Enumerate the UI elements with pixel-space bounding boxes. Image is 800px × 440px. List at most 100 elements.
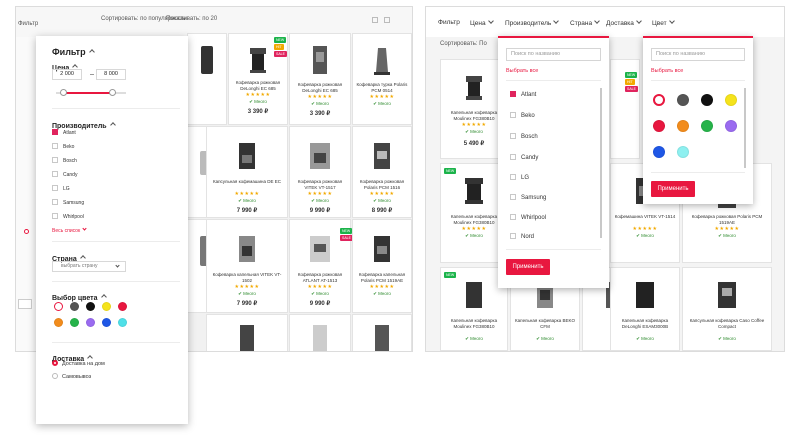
product-name[interactable]: Капельная кофеварка Moulinex FG380B10	[443, 214, 505, 225]
stock-status: ✔ Много	[373, 101, 391, 106]
color-swatch[interactable]	[653, 120, 665, 132]
color-swatch[interactable]	[677, 120, 689, 132]
product-card[interactable]: Капельная кофеварка DeLonghi ESAM3000B ✔…	[610, 267, 680, 351]
color-scrollbar[interactable]	[744, 88, 746, 168]
color-swatch[interactable]	[102, 318, 111, 327]
nav-color[interactable]: Цвет	[652, 18, 675, 27]
product-card[interactable]: Кофеварка турка Polaris PCM 0514 ★★★★★ ✔…	[352, 33, 412, 125]
product-name[interactable]: Кофеварка рожковая VITEK VT-1517	[292, 179, 348, 190]
product-name[interactable]: Кофеварка рожковая Polaris PCM 1519AE	[685, 214, 769, 225]
checkbox-icon	[52, 185, 58, 191]
manufacturer-option-bosch[interactable]: Bosch	[510, 133, 538, 140]
manufacturer-option-samsung[interactable]: Samsung	[510, 194, 546, 201]
manufacturer-search-input[interactable]: Поиск по названию	[506, 48, 601, 61]
manufacturer-option-whirlpool[interactable]: Whirlpool	[510, 214, 546, 221]
color-search-input[interactable]: Поиск по названию	[651, 48, 745, 61]
product-name[interactable]: Капельная кофеварка Moulinex FG380B10	[443, 318, 505, 329]
manufacturer-checkbox-whirlpool[interactable]: Whirlpool	[52, 213, 84, 220]
product-name[interactable]: Кофеварка рожковая ATLANT AT-1513	[292, 272, 348, 283]
product-card[interactable]: NEW SALE Кофеварка рожковая ATLANT AT-15…	[289, 219, 353, 313]
color-apply-button[interactable]: Применить	[651, 181, 695, 197]
color-swatch[interactable]	[102, 302, 111, 311]
price-slider-min-handle[interactable]	[60, 89, 67, 96]
manufacturer-option-atlant[interactable]: Atlant	[510, 91, 536, 98]
manufacturer-checkbox-lg[interactable]: LG	[52, 185, 70, 192]
product-name[interactable]: Капсульная кофеварка Caso Coffee Compact	[685, 318, 769, 329]
price-to-input[interactable]: 8 000	[96, 69, 126, 80]
product-card[interactable]: Кофеварка рожковая DeLonghi EC 685 ★★★★★…	[289, 33, 351, 125]
color-swatch[interactable]	[86, 302, 95, 311]
nav-country[interactable]: Страна	[570, 18, 600, 27]
nav-price[interactable]: Цена	[470, 18, 494, 27]
color-swatch[interactable]	[653, 94, 665, 106]
product-card[interactable]	[352, 314, 412, 351]
color-swatch[interactable]	[701, 120, 713, 132]
color-swatch[interactable]	[118, 302, 127, 311]
product-card[interactable]: Капсульная кофеварка Caso Coffee Compact…	[682, 267, 772, 351]
product-card[interactable]: Кофеварка рожковая Polaris PCM 1516 ★★★★…	[352, 126, 412, 218]
product-card[interactable]	[187, 33, 227, 125]
product-name[interactable]: Капельная кофеварка BEKO CFM	[513, 318, 577, 329]
product-name[interactable]: Капельная кофеварка Moulinex FG380B10	[443, 110, 505, 121]
product-card[interactable]: Кофеварка капельная Polaris PCM 1519AE ★…	[352, 219, 412, 313]
product-card[interactable]	[206, 314, 288, 351]
manufacturer-option-nord[interactable]: Nord	[510, 233, 534, 240]
color-swatch[interactable]	[701, 94, 713, 106]
product-name[interactable]: Кофеварка капельная VITEK VT-1502	[209, 272, 285, 283]
nav-filter[interactable]: Фильтр	[438, 19, 460, 26]
product-card[interactable]: Кофеварка рожковая VITEK VT-1517 ★★★★★ ✔…	[289, 126, 351, 218]
product-card[interactable]: NEW HIT SALE Кофеварка рожковая DeLonghi…	[228, 33, 288, 125]
manufacturer-checkbox-beko[interactable]: Beko	[52, 143, 74, 150]
page-size-select[interactable]: Показывать: по 20	[166, 16, 217, 22]
product-name[interactable]: Кофеварка рожковая DeLonghi EC 685	[231, 80, 285, 91]
manufacturer-scrollbar[interactable]	[600, 88, 602, 238]
color-swatch[interactable]	[725, 94, 737, 106]
color-swatch[interactable]	[86, 318, 95, 327]
product-name[interactable]: Кофеварка рожковая Polaris PCM 1516	[355, 179, 409, 190]
product-card[interactable]	[289, 314, 351, 351]
product-name[interactable]: Кофеварка капельная Polaris PCM 1519AE	[355, 272, 409, 283]
color-swatch[interactable]	[54, 302, 63, 311]
nav-manufacturer[interactable]: Производитель	[505, 18, 560, 27]
color-swatch[interactable]	[725, 120, 737, 132]
country-select[interactable]: выбрать страну	[52, 261, 126, 272]
manufacturer-select-all-link[interactable]: Выбрать все	[506, 68, 538, 74]
nav-delivery[interactable]: Доставка	[606, 18, 642, 27]
product-name[interactable]: Капсульная кофемашина DE EC	[209, 179, 285, 185]
product-name[interactable]: Кофеварка рожковая DeLonghi EC 685	[292, 82, 348, 93]
sort-label[interactable]: Сортировать: По	[440, 41, 487, 47]
price-slider-max-handle[interactable]	[109, 89, 116, 96]
color-swatch[interactable]	[677, 94, 689, 106]
product-name[interactable]: Капельная кофеварка DeLonghi ESAM3000B	[613, 318, 677, 329]
product-name[interactable]: Кофеварка турка Polaris PCM 0514	[355, 82, 409, 93]
delivery-option-home[interactable]: Доставка на дом	[52, 360, 105, 367]
grid-view-icon[interactable]	[372, 17, 378, 23]
delivery-option-pickup[interactable]: Самовывоз	[52, 373, 91, 380]
color-swatch[interactable]	[653, 146, 665, 158]
manufacturer-checkbox-candy[interactable]: Candy	[52, 171, 77, 178]
price-from-input[interactable]: 2 000	[52, 69, 82, 80]
coffee-maker-icon	[310, 236, 330, 262]
manufacturer-checkbox-bosch[interactable]: Bosch	[52, 157, 77, 164]
product-name[interactable]: Кофемашина VITEK VT-1514	[613, 214, 677, 220]
manufacturer-option-candy[interactable]: Candy	[510, 154, 538, 161]
manufacturer-option-beko[interactable]: Beko	[510, 112, 535, 119]
product-card[interactable]: Кофеварка капельная VITEK VT-1502 ★★★★★ …	[206, 219, 288, 313]
coffee-maker-icon	[466, 282, 482, 308]
color-swatch[interactable]	[677, 146, 689, 158]
show-all-link[interactable]: Весь список	[52, 226, 87, 234]
list-view-icon[interactable]	[384, 17, 390, 23]
color-swatch[interactable]	[70, 302, 79, 311]
color-swatch[interactable]	[118, 318, 127, 327]
stock-status: ✔ Много	[249, 99, 267, 104]
manufacturer-option-lg[interactable]: LG	[510, 174, 529, 181]
product-card[interactable]: Капсульная кофемашина DE EC ★★★★★ ✔ Мног…	[206, 126, 288, 218]
manufacturer-checkbox-samsung[interactable]: Samsung	[52, 199, 84, 206]
product-price: 9 990 ₽	[309, 301, 331, 307]
product-card[interactable]: NEW HIT SALE	[610, 59, 640, 159]
color-swatch[interactable]	[70, 318, 79, 327]
manufacturer-apply-button[interactable]: Применить	[506, 259, 550, 275]
color-select-all-link[interactable]: Выбрать все	[651, 68, 683, 74]
color-swatch[interactable]	[54, 318, 63, 327]
manufacturer-checkbox-atlant[interactable]: Atlant	[52, 129, 76, 136]
